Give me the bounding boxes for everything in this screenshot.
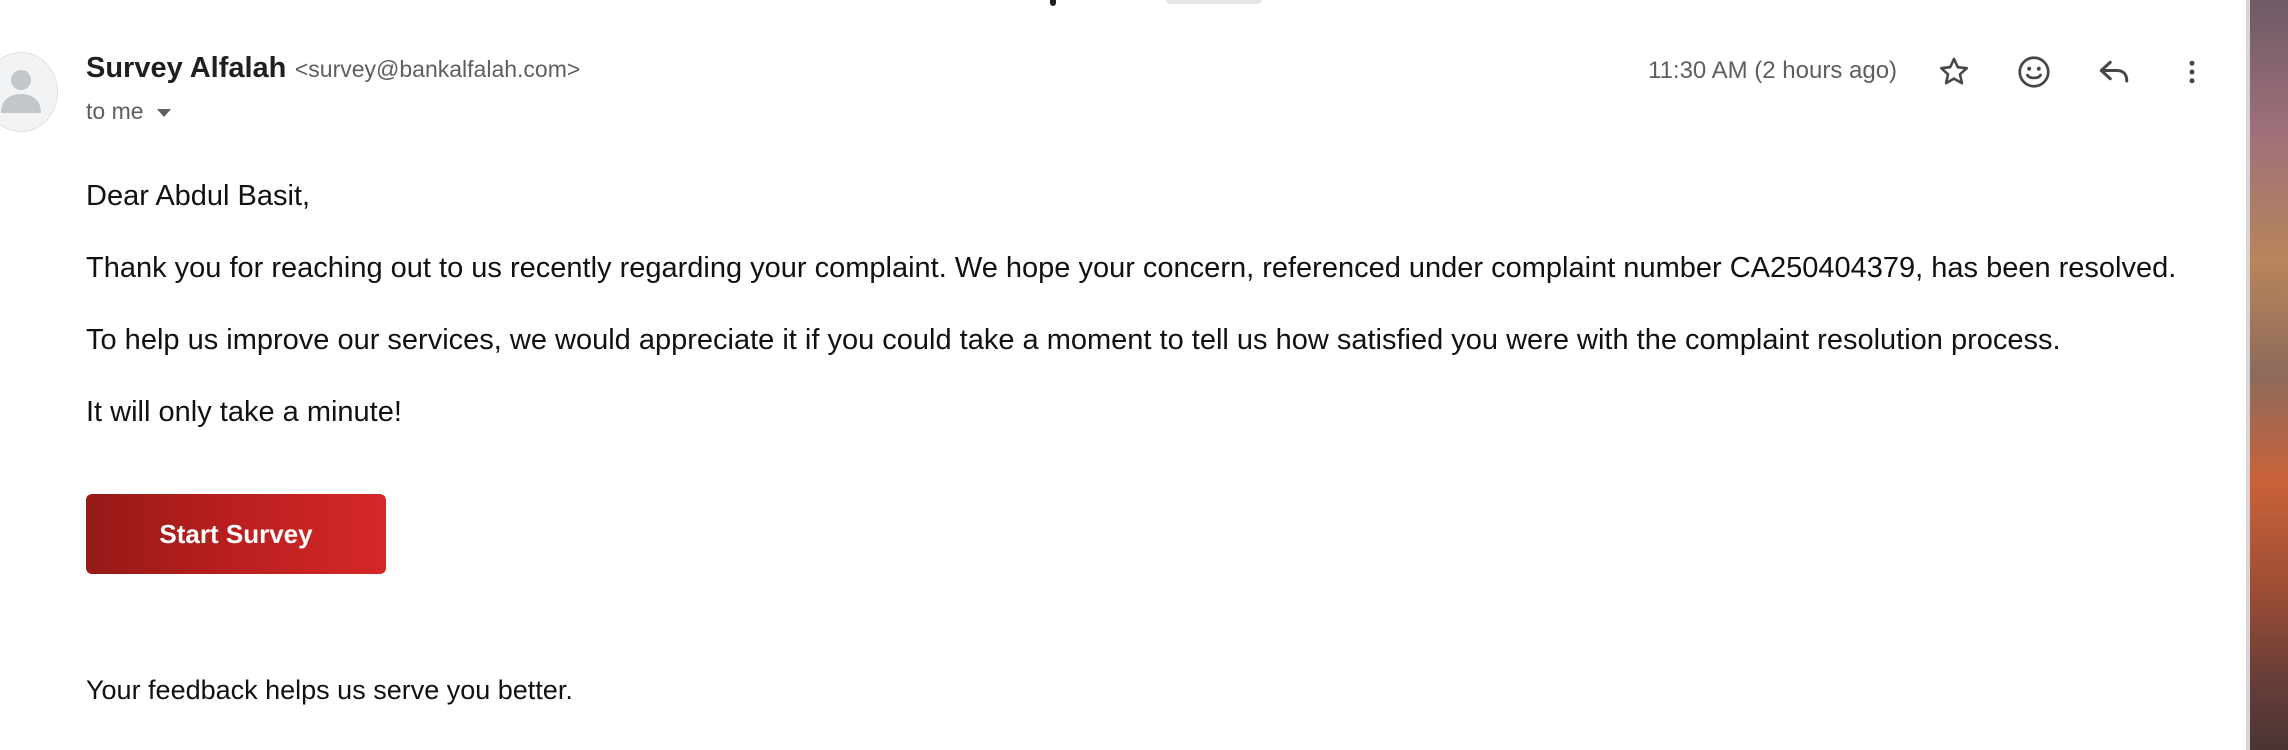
recipient-details-toggle[interactable]: to me: [86, 98, 171, 125]
desktop-background-edge: [2246, 0, 2288, 750]
email-paragraph: Thank you for reaching out to us recentl…: [86, 252, 2177, 284]
sender-line: Survey Alfalah <survey@bankalfalah.com>: [86, 52, 580, 85]
start-survey-button[interactable]: Start Survey: [86, 494, 386, 574]
email-closing: Your feedback helps us serve you better.: [86, 675, 573, 705]
recipient-label: to me: [86, 98, 144, 124]
emoji-icon: [2018, 56, 2050, 88]
email-greeting: Dear Abdul Basit,: [86, 180, 311, 212]
add-reaction-button[interactable]: [2012, 50, 2056, 94]
sender-email: <survey@bankalfalah.com>: [294, 56, 581, 82]
reply-icon: [2099, 60, 2129, 83]
email-paragraph: It will only take a minute!: [86, 396, 402, 428]
reply-button[interactable]: [2092, 50, 2136, 94]
sender-avatar[interactable]: [0, 52, 58, 132]
star-icon: [1939, 57, 1969, 85]
chevron-down-icon[interactable]: [156, 108, 171, 117]
email-paragraph: To help us improve our services, we woul…: [86, 324, 2061, 356]
subject-glyph-fragment: [1050, 0, 1056, 6]
email-timestamp: 11:30 AM (2 hours ago): [1648, 57, 1898, 84]
sender-name[interactable]: Survey Alfalah: [86, 52, 286, 84]
more-options-button[interactable]: [2170, 50, 2214, 94]
more-vert-icon: [2189, 60, 2195, 84]
label-chip-fragment: [1166, 0, 1262, 4]
star-button[interactable]: [1932, 50, 1976, 94]
person-icon: [1, 70, 41, 113]
